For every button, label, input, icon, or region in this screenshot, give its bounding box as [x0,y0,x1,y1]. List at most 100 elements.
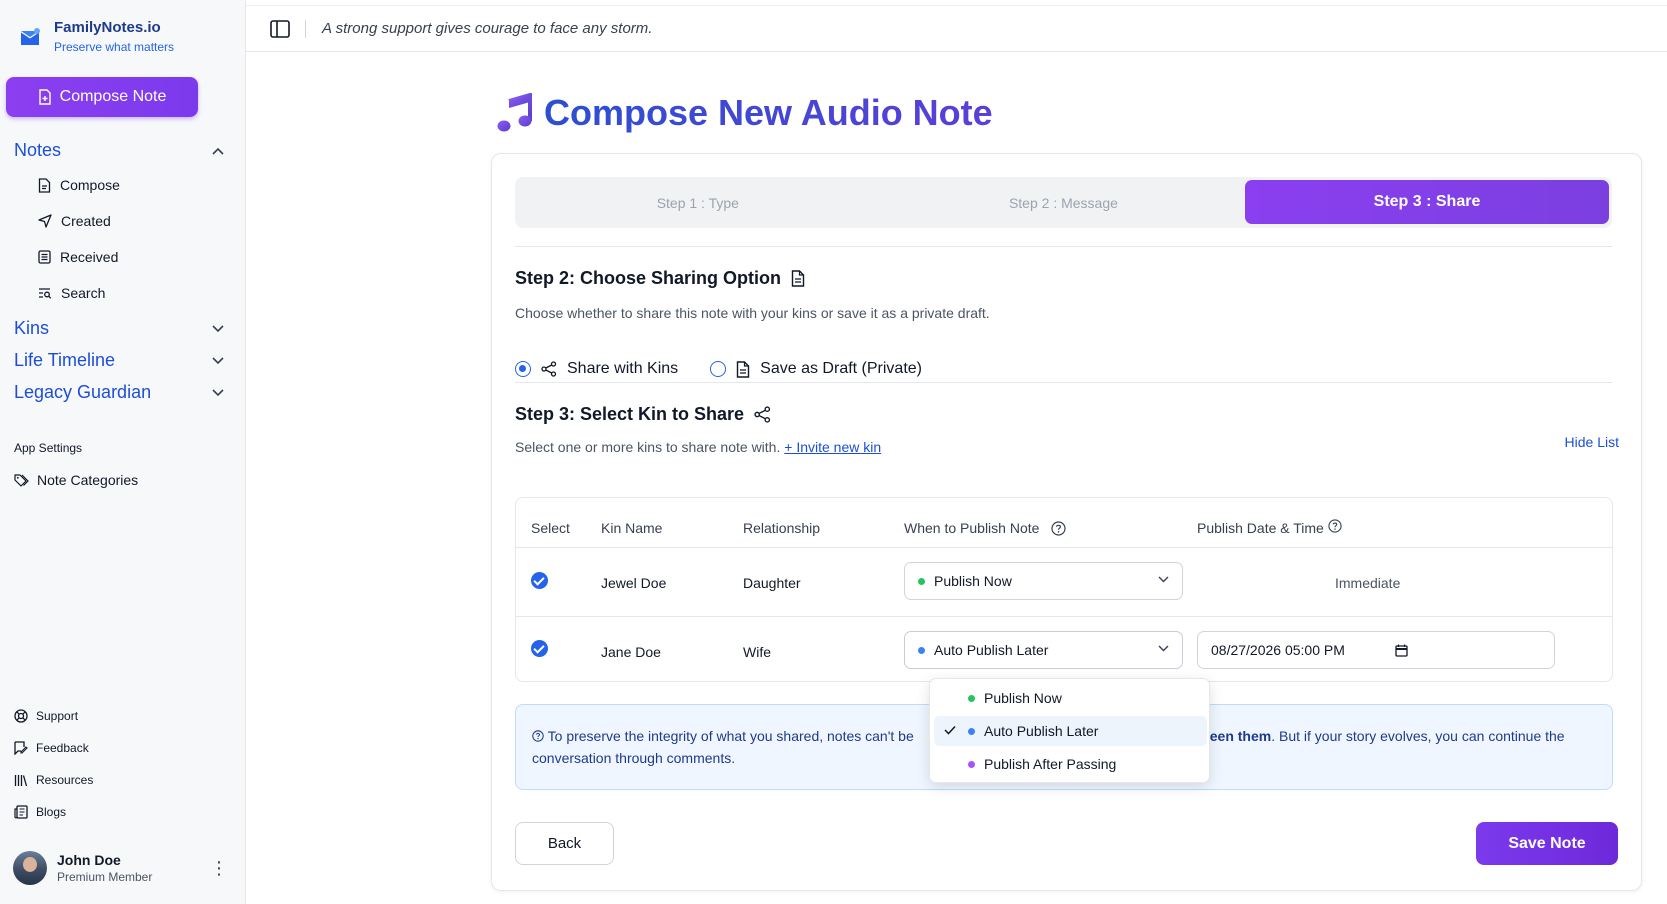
nav-group-life-timeline[interactable]: Life Timeline [14,350,224,371]
publish-timing-select[interactable]: Auto Publish Later [904,631,1183,669]
publish-date-immediate: Immediate [1335,575,1401,591]
sidebar-item-label: Blogs [36,805,67,819]
sidebar-item-feedback[interactable]: Feedback [14,741,89,755]
send-icon [38,214,52,228]
chevron-down-icon [212,324,224,332]
publish-timing-menu: Publish Now Auto Publish Later Publish A… [929,678,1210,783]
text-search-icon [39,288,52,299]
status-dot [918,577,925,585]
sidebar: FamilyNotes.io Preserve what matters Com… [0,0,246,904]
share-with-kins-option[interactable]: Share with Kins [515,360,678,378]
user-name: John Doe [57,852,121,868]
publish-timing-value: Auto Publish Later [934,642,1049,658]
sidebar-item-label: Note Categories [37,472,139,488]
sidebar-item-label: Support [36,709,79,723]
menu-option-label: Publish Now [984,690,1062,706]
save-draft-label: Save as Draft (Private) [760,360,922,377]
nav-group-label: Notes [14,140,62,160]
chevron-up-icon [212,147,224,155]
newspaper-icon [14,805,28,819]
kin-table: Select Kin Name Relationship When to Pub… [515,497,1613,682]
chevron-down-icon [212,356,224,364]
share-with-kins-label: Share with Kins [567,360,679,377]
library-icon [14,774,28,786]
kin-name: Jewel Doe [601,575,667,591]
sidebar-item-note-categories[interactable]: Note Categories [14,472,138,488]
back-button[interactable]: Back [515,822,614,865]
step-share[interactable]: Step 3 : Share [1245,180,1609,224]
column-header-relationship: Relationship [743,520,821,536]
step-message[interactable]: Step 2 : Message [881,195,1247,211]
nav-group-label: Life Timeline [14,350,116,370]
publish-timing-select[interactable]: Publish Now [904,562,1183,600]
daily-quote: A strong support gives courage to face a… [322,20,653,37]
nav-group-kins[interactable]: Kins [14,318,224,339]
user-profile[interactable]: John Doe Premium Member ⋮ [13,851,228,885]
page-title: Compose New Audio Note [496,92,993,134]
brand[interactable]: FamilyNotes.io Preserve what matters [18,18,174,56]
status-dot [918,646,925,654]
file-edit-icon [38,177,51,193]
info-text-bold: een them [1209,728,1272,744]
sidebar-item-search[interactable]: Search [38,285,105,301]
sidebar-item-received[interactable]: Received [38,249,118,265]
hide-list-link[interactable]: Hide List [1565,434,1619,450]
stepper: Step 1 : Type Step 2 : Message Step 3 : … [515,177,1612,228]
more-vertical-icon[interactable]: ⋮ [210,859,228,877]
publish-timing-value: Publish Now [934,573,1012,589]
select-kin-description: Select one or more kins to share note wi… [515,439,881,455]
publish-datetime-input[interactable]: 08/27/2026 05:00 PM [1197,631,1555,669]
column-header-publish-date: Publish Date & Time [1197,519,1342,536]
row-divider [516,547,1612,548]
save-note-button[interactable]: Save Note [1476,822,1618,865]
share-icon [541,361,557,377]
save-draft-radio[interactable] [710,361,727,377]
save-draft-option[interactable]: Save as Draft (Private) [710,360,922,378]
menu-option-label: Auto Publish Later [984,723,1099,739]
share-icon [754,406,771,423]
row-select-checkbox[interactable] [531,640,548,657]
inbox-list-icon [38,250,51,264]
info-text-start: To preserve the integrity of what you sh… [547,728,914,744]
row-select-checkbox[interactable] [531,572,548,589]
envelope-logo-icon [21,28,40,45]
sidebar-item-label: Search [61,285,106,301]
sidebar-item-label: Compose [60,177,120,193]
compose-note-button[interactable]: Compose Note [6,77,198,117]
column-header-label: When to Publish Note [904,520,1040,536]
menu-option-auto-publish-later[interactable]: Auto Publish Later [934,716,1207,746]
column-header-kin-name: Kin Name [601,520,663,536]
sidebar-toggle-icon[interactable] [269,18,291,40]
kin-relationship: Wife [743,644,771,660]
status-dot [968,727,975,735]
help-circle-icon[interactable] [1328,519,1342,533]
calendar-icon[interactable] [1395,644,1408,657]
sidebar-item-label: Feedback [36,741,89,755]
menu-option-publish-after-passing[interactable]: Publish After Passing [934,749,1207,779]
sharing-option-description: Choose whether to share this note with y… [515,305,990,321]
step-type[interactable]: Step 1 : Type [515,195,881,211]
sidebar-item-compose[interactable]: Compose [38,177,120,193]
sidebar-item-resources[interactable]: Resources [14,773,93,787]
nav-group-notes[interactable]: Notes [14,140,224,161]
tags-icon [14,473,29,487]
document-icon [791,270,805,287]
select-kin-title: Step 3: Select Kin to Share [515,404,745,424]
nav-group-legacy-guardian[interactable]: Legacy Guardian [14,382,224,403]
menu-option-publish-now[interactable]: Publish Now [934,683,1207,713]
select-kin-description-text: Select one or more kins to share note wi… [515,439,781,455]
column-header-when-to-publish: When to Publish Note [904,520,1067,536]
invite-new-kin-link[interactable]: + Invite new kin [784,439,881,455]
share-with-kins-radio[interactable] [515,361,531,377]
sidebar-item-blogs[interactable]: Blogs [14,805,66,819]
message-edit-icon [14,741,28,755]
sharing-radio-group: Share with Kins Save as Draft (Private) [515,360,922,378]
document-icon [736,360,750,378]
sharing-option-title: Step 2: Choose Sharing Option [515,268,782,288]
help-circle-icon[interactable] [1051,520,1067,536]
column-header-label: Publish Date & Time [1197,520,1324,536]
music-note-icon [497,93,532,132]
select-kin-heading: Step 3: Select Kin to Share [515,404,771,425]
sidebar-item-created[interactable]: Created [38,213,111,229]
sidebar-item-support[interactable]: Support [14,709,78,723]
